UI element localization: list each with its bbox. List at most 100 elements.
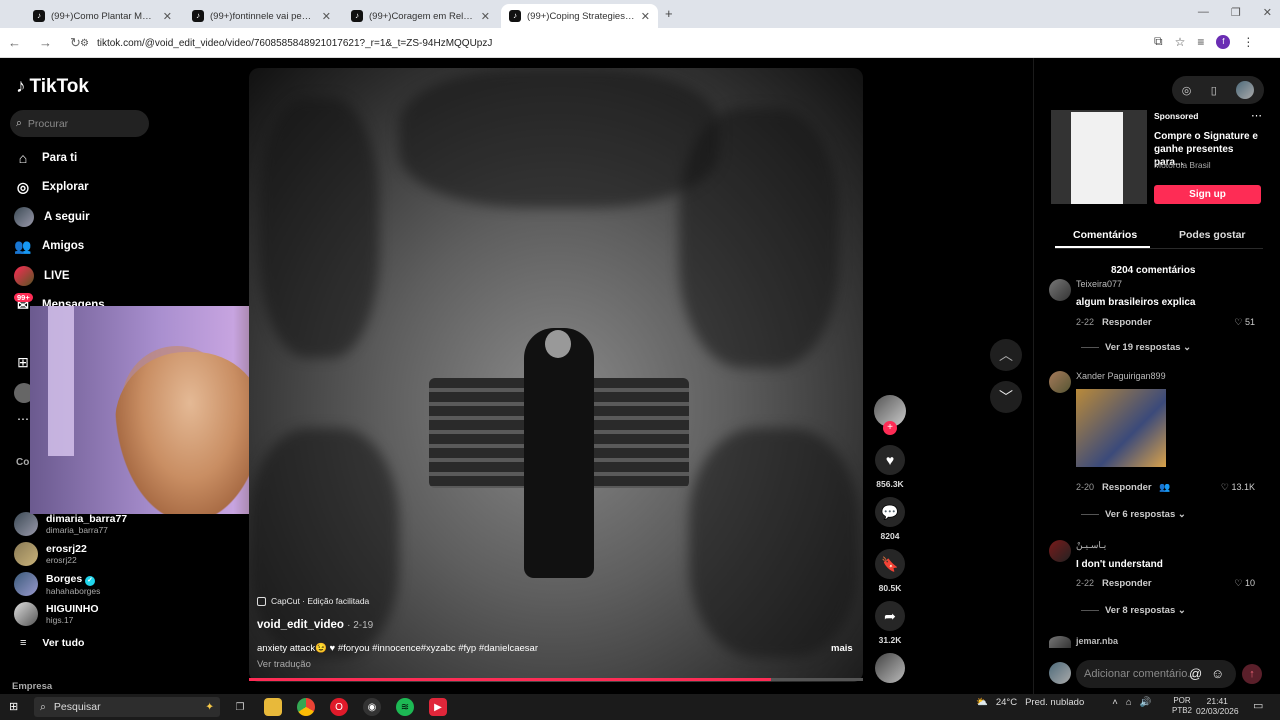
nav-explorar[interactable]: ◎ Explorar [14, 178, 89, 196]
creator-avatar[interactable]: + [873, 395, 907, 435]
comment-like-button[interactable]: ♡ 51 [1234, 317, 1255, 328]
follow-plus-icon[interactable]: + [883, 421, 897, 435]
weather-icon[interactable]: ⛅ [976, 697, 988, 708]
phone-icon[interactable]: ▯ [1211, 84, 1217, 97]
new-tab-button[interactable]: + [665, 6, 673, 21]
browser-tab-2[interactable]: ♪ (99+)fontinnele vai pegar 20% ✕ [184, 4, 339, 28]
nav-live[interactable]: LIVE [14, 266, 70, 286]
avatar[interactable] [1049, 540, 1071, 562]
back-icon[interactable]: ← [8, 35, 21, 51]
taskbar-search[interactable]: ⌕ Pesquisar ✦ [34, 697, 220, 717]
spotify-icon[interactable]: ≋ [396, 698, 414, 716]
tray-chevron-icon[interactable]: ˄ [1112, 697, 1118, 708]
search-input[interactable]: ⌕ Procurar [10, 110, 149, 137]
capcut-tag[interactable]: CapCut · Edição facilitada [257, 596, 857, 606]
avatar[interactable] [1049, 371, 1071, 393]
media-control-icon[interactable]: ≡ [1197, 35, 1204, 49]
view-replies-button[interactable]: Ver 19 respostas ⌄ [1081, 342, 1191, 353]
comment-username[interactable]: يـاسـيـنْ [1076, 540, 1106, 551]
language-indicator[interactable]: POR PTB2 [1172, 696, 1192, 716]
avatar[interactable] [1049, 279, 1071, 301]
comment-text: I don't understand [1076, 559, 1163, 570]
reply-button[interactable]: Responder [1102, 482, 1152, 493]
following-item[interactable]: dimaria_barra77 dimaria_barra77 [14, 512, 127, 536]
company-link[interactable]: Empresa [12, 681, 52, 692]
tab-might-like[interactable]: Podes gostar [1179, 229, 1246, 241]
obs-icon[interactable]: ◉ [363, 698, 381, 716]
video-author[interactable]: void_edit_video · 2-19 [257, 619, 373, 631]
browser-menu-icon[interactable]: ⋮ [1242, 35, 1254, 49]
minimize-icon[interactable]: — [1198, 6, 1209, 19]
close-tab-icon[interactable]: ✕ [641, 10, 650, 23]
send-comment-button[interactable]: ↑ [1242, 664, 1262, 684]
forward-icon[interactable]: → [39, 35, 52, 51]
compass-icon[interactable]: ◎ [1182, 84, 1192, 97]
comment-like-button[interactable]: ♡ 13.1K [1221, 482, 1255, 493]
following-item[interactable]: erosrj22 erosrj22 [14, 542, 87, 566]
opera-icon[interactable]: O [330, 698, 348, 716]
following-heading: Co [16, 457, 30, 468]
site-info-icon[interactable]: ⚙ [80, 38, 89, 49]
ad-signup-button[interactable]: Sign up [1154, 185, 1261, 204]
browser-tab-1[interactable]: ♪ (99+)Como Plantar Mudas de ✕ [25, 4, 180, 28]
save-button[interactable]: 🔖 80.5K [873, 549, 907, 593]
nav-para-ti[interactable]: ⌂ Para ti [14, 149, 77, 167]
share-button[interactable]: ➦ 31.2K [873, 601, 907, 645]
close-tab-icon[interactable]: ✕ [481, 10, 490, 23]
comment-image[interactable] [1076, 389, 1166, 467]
video-player[interactable] [249, 68, 863, 682]
video-progress-bar[interactable] [249, 678, 863, 681]
chrome-icon[interactable] [297, 698, 315, 716]
add-comment-bar: Adicionar comentário... @ ☺ ↑ [1049, 660, 1264, 688]
view-replies-button[interactable]: Ver 6 respostas ⌄ [1081, 509, 1186, 520]
caption-more-button[interactable]: mais [831, 643, 853, 654]
close-window-icon[interactable]: ✕ [1263, 6, 1272, 19]
tiktok-logo[interactable]: ♪ TikTok [16, 76, 89, 98]
tab-comments[interactable]: Comentários [1073, 229, 1137, 241]
close-tab-icon[interactable]: ✕ [163, 10, 172, 23]
network-icon[interactable]: ⌂ [1126, 697, 1132, 708]
following-item[interactable]: Borges ✓ hahahaborges [14, 572, 100, 596]
ad-thumbnail[interactable] [1051, 110, 1147, 204]
install-app-icon[interactable]: ⧉ [1154, 34, 1163, 49]
mention-icon[interactable]: @ [1189, 666, 1202, 681]
chevron-down-icon: ﹀ [999, 389, 1013, 405]
bookmark-star-icon[interactable]: ☆ [1175, 35, 1186, 49]
more-dots-icon[interactable]: ⋯ [17, 412, 29, 426]
music-disc[interactable] [873, 653, 907, 683]
previous-video-button[interactable]: ︿ [990, 339, 1022, 371]
comment-username[interactable]: Xander Paguirigan899 [1076, 371, 1166, 381]
volume-icon[interactable]: 🔊 [1140, 697, 1152, 708]
view-replies-button[interactable]: Ver 8 respostas ⌄ [1081, 605, 1186, 616]
reply-button[interactable]: Responder [1102, 317, 1152, 328]
recorder-icon[interactable]: ▶ [429, 698, 447, 716]
close-tab-icon[interactable]: ✕ [322, 10, 331, 23]
like-button[interactable]: ♥ 856.3K [873, 445, 907, 489]
file-explorer-icon[interactable] [264, 698, 282, 716]
emoji-icon[interactable]: ☺ [1211, 666, 1224, 681]
ad-more-icon[interactable]: ⋯ [1251, 109, 1262, 122]
next-video-button[interactable]: ﹀ [990, 381, 1022, 413]
comment-button[interactable]: 💬 8204 [873, 497, 907, 541]
address-bar[interactable]: ⚙ tiktok.com/@void_edit_video/video/7608… [80, 33, 1200, 53]
reply-button[interactable]: Responder [1102, 578, 1152, 589]
user-avatar[interactable] [1236, 81, 1255, 99]
clock[interactable]: 21:41 02/03/2026 [1196, 696, 1239, 716]
windows-start-icon[interactable]: ⊞ [9, 700, 18, 713]
profile-avatar[interactable]: f [1216, 34, 1231, 49]
comment-username[interactable]: jemar.nba [1076, 636, 1118, 646]
url-text[interactable]: tiktok.com/@void_edit_video/video/760858… [97, 38, 492, 49]
avatar[interactable] [1049, 636, 1071, 648]
browser-tab-3[interactable]: ♪ (99+)Coragem em Relacionam ✕ [343, 4, 498, 28]
following-item[interactable]: HIGUINHO higs.17 [14, 602, 99, 626]
nav-amigos[interactable]: 👥 Amigos [14, 237, 84, 255]
comment-like-button[interactable]: ♡ 10 [1234, 578, 1255, 589]
see-translation-link[interactable]: Ver tradução [257, 659, 311, 670]
maximize-icon[interactable]: ❐ [1231, 6, 1241, 19]
task-view-icon[interactable]: ❐ [231, 698, 249, 716]
browser-tab-4-active[interactable]: ♪ (99+)Coping Strategies for An ✕ [501, 4, 658, 28]
nav-a-seguir[interactable]: A seguir [14, 207, 90, 227]
comment-username[interactable]: Teixeira077 [1076, 279, 1122, 289]
notification-icon[interactable]: ▭ [1253, 699, 1263, 712]
see-all-link[interactable]: ≡ Ver tudo [20, 637, 84, 649]
